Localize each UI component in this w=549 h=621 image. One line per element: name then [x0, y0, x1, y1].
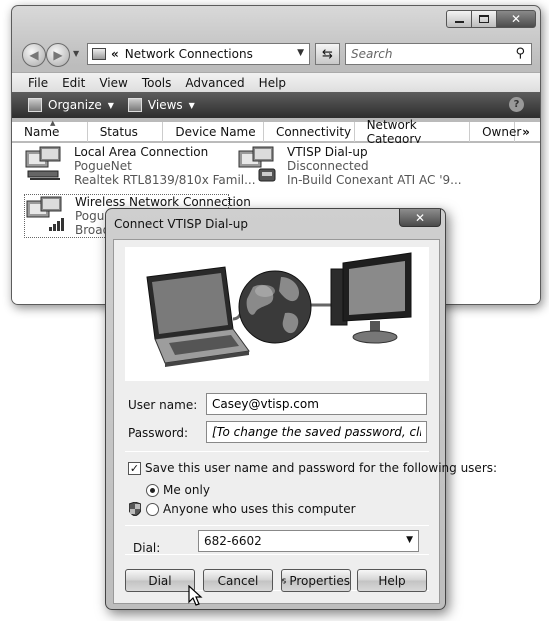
laptop-globe-computer-illustration: [125, 247, 429, 381]
globe-icon: [238, 270, 312, 344]
maximize-button[interactable]: [471, 10, 497, 28]
column-owner[interactable]: Owner: [470, 121, 521, 142]
more-columns-chevron[interactable]: »: [515, 122, 540, 142]
help-icon[interactable]: ?: [509, 97, 524, 112]
organize-label: Organize: [48, 98, 102, 112]
recent-pages-dropdown-icon[interactable]: ▼: [73, 49, 79, 58]
dial-number-combobox[interactable]: 682-6602 ▼: [198, 530, 419, 552]
save-credentials-label[interactable]: Save this user name and password for the…: [145, 461, 497, 475]
password-label: Password:: [128, 426, 189, 440]
mouse-pointer-icon: [188, 585, 203, 606]
close-icon: ✕: [414, 210, 426, 225]
list-item-vtisp-dial-up[interactable]: VTISP Dial-up Disconnected In-Build Cone…: [237, 145, 462, 189]
connection-device: Realtek RTL8139/810x Famil...: [74, 173, 256, 187]
chevron-down-icon[interactable]: ▼: [406, 535, 413, 545]
save-credentials-checkbox[interactable]: ✓: [128, 462, 141, 475]
views-icon: [127, 98, 142, 112]
network-folder-icon: [92, 48, 106, 60]
network-computers-icon: [25, 146, 61, 180]
column-name[interactable]: ▲ Name: [12, 118, 88, 142]
list-item-local-area-connection[interactable]: Local Area Connection PogueNet Realtek R…: [24, 145, 256, 189]
close-icon: ✕: [510, 12, 522, 26]
organize-icon: [28, 98, 42, 112]
refresh-icon: ⇆: [322, 46, 333, 62]
sort-ascending-icon: ▲: [50, 118, 56, 127]
search-box: ⚲: [345, 43, 532, 65]
menu-edit[interactable]: Edit: [62, 76, 85, 90]
dial-label: Dial:: [133, 541, 161, 555]
command-bar: Organize ▼ Views ▼ ?: [12, 92, 540, 118]
connection-name: Local Area Connection: [74, 145, 209, 159]
wireless-signal-icon: [26, 196, 64, 231]
dialog-title: Connect VTISP Dial-up: [114, 217, 248, 231]
address-bar[interactable]: « Network Connections ▼: [87, 43, 310, 65]
divider: [125, 554, 429, 555]
column-connectivity[interactable]: Connectivity: [264, 121, 355, 142]
column-header-row: ▲ Name Status Device Name Connectivity N…: [12, 118, 540, 146]
forward-button[interactable]: ▶: [46, 43, 70, 67]
back-arrow-icon: ◀: [29, 48, 39, 62]
breadcrumb-overflow[interactable]: «: [111, 47, 119, 61]
cancel-button[interactable]: Cancel: [203, 569, 273, 592]
me-only-label[interactable]: Me only: [163, 483, 210, 497]
anyone-radio[interactable]: [146, 503, 159, 516]
properties-label: Properties: [289, 573, 350, 588]
close-button[interactable]: ✕: [496, 10, 536, 28]
menu-view[interactable]: View: [99, 76, 127, 90]
views-button[interactable]: Views ▼: [127, 98, 195, 112]
dial-button[interactable]: Dial: [125, 569, 195, 592]
uac-shield-icon: [129, 502, 141, 516]
column-device-name[interactable]: Device Name: [163, 121, 264, 142]
forward-arrow-icon: ▶: [53, 48, 63, 62]
properties-button[interactable]: Properties: [281, 569, 351, 592]
connect-dialog: Connect VTISP Dial-up ✕ User name: Casey…: [105, 208, 497, 610]
dialog-close-button[interactable]: ✕: [399, 209, 441, 227]
divider: [125, 451, 429, 452]
organize-button[interactable]: Organize ▼: [28, 98, 114, 112]
divider: [125, 525, 429, 526]
help-button[interactable]: Help: [357, 569, 427, 592]
organize-dropdown-icon: ▼: [107, 100, 114, 110]
menu-advanced[interactable]: Advanced: [185, 76, 244, 90]
connection-device: In-Build Conexant ATI AC '9...: [287, 173, 462, 187]
connection-name: Wireless Network Connection: [75, 195, 251, 209]
password-field[interactable]: [206, 421, 427, 443]
anyone-label[interactable]: Anyone who uses this computer: [163, 502, 356, 516]
user-name-label: User name:: [128, 398, 198, 412]
connection-status: Disconnected: [287, 159, 369, 173]
views-label: Views: [147, 98, 183, 112]
dial-up-modem-icon: [238, 146, 276, 182]
column-network-category[interactable]: Network Category: [355, 118, 471, 146]
maximize-icon: [479, 15, 489, 23]
refresh-button[interactable]: ⇆: [315, 43, 340, 65]
breadcrumb-network-connections[interactable]: Network Connections: [125, 47, 253, 61]
connection-network: PogueNet: [74, 159, 132, 173]
search-icon[interactable]: ⚲: [515, 46, 525, 61]
uac-shield-icon: [282, 577, 287, 584]
connection-name: VTISP Dial-up: [287, 145, 368, 159]
menu-bar: File Edit View Tools Advanced Help: [12, 72, 540, 92]
column-status[interactable]: Status: [88, 121, 164, 142]
dial-number-value: 682-6602: [204, 534, 262, 548]
back-button[interactable]: ◀: [22, 43, 46, 67]
menu-file[interactable]: File: [28, 76, 48, 90]
address-dropdown-icon[interactable]: ▼: [297, 48, 304, 58]
minimize-button[interactable]: [446, 10, 472, 28]
menu-tools[interactable]: Tools: [142, 76, 172, 90]
menu-help[interactable]: Help: [259, 76, 286, 90]
search-input[interactable]: [351, 47, 501, 61]
minimize-icon: [454, 21, 464, 23]
user-name-field[interactable]: [206, 393, 427, 415]
views-dropdown-icon: ▼: [188, 100, 195, 110]
me-only-radio[interactable]: [146, 484, 159, 497]
